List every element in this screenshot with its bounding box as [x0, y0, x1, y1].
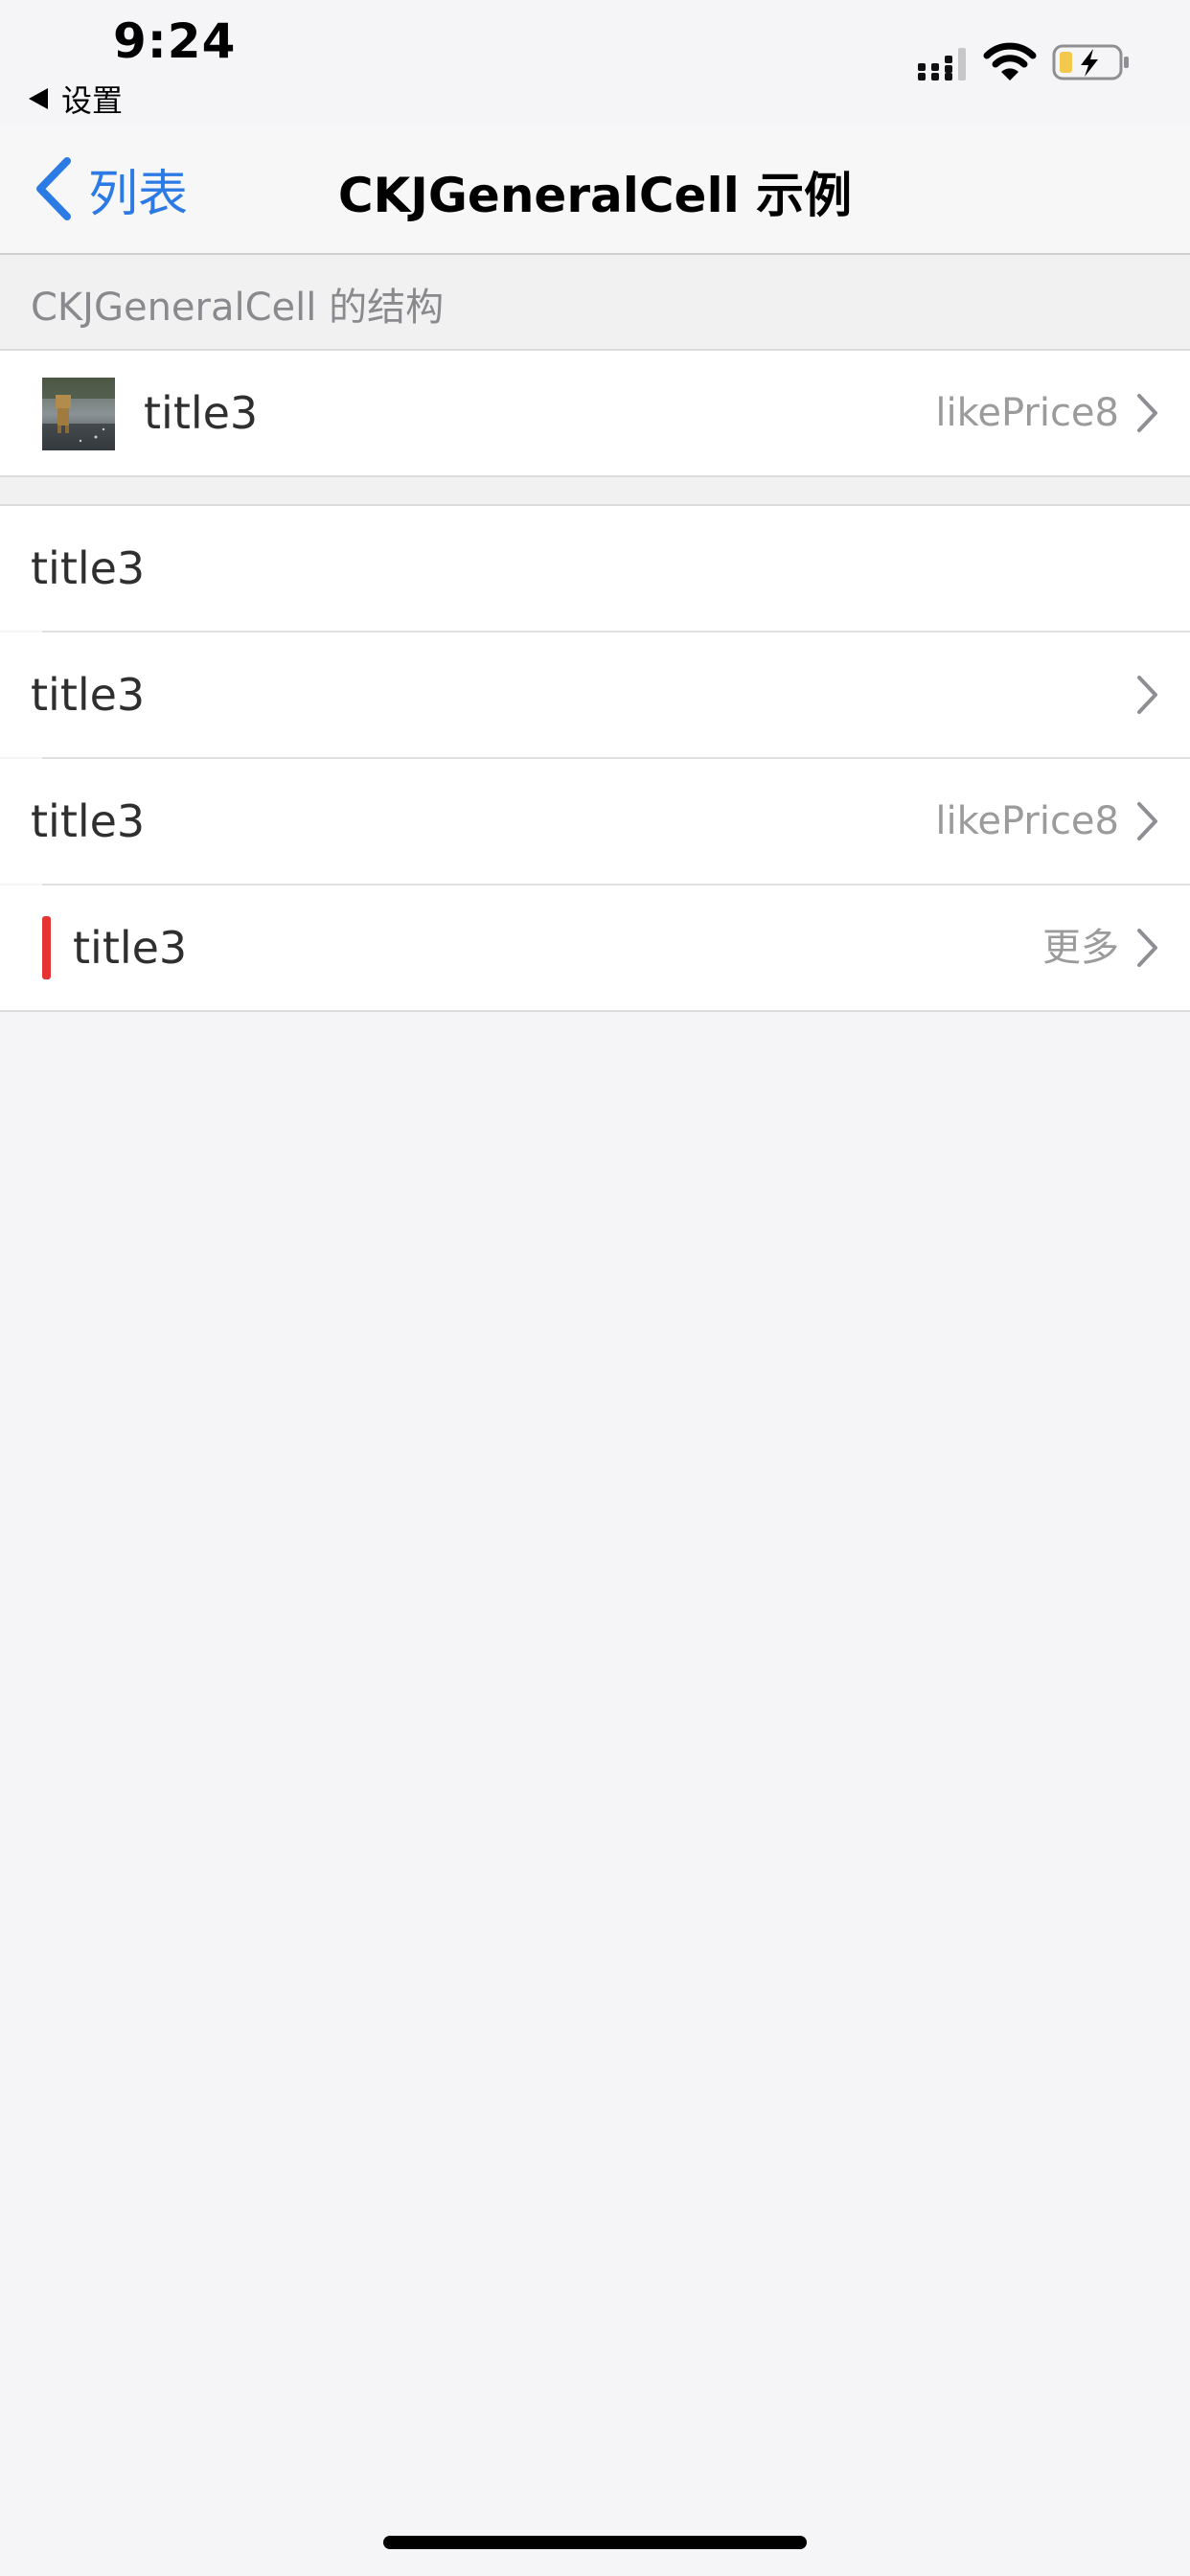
list-item[interactable]: title3	[0, 632, 1190, 757]
chevron-right-icon	[1137, 802, 1157, 840]
cell-title: title3	[31, 542, 146, 594]
signal-icon	[918, 48, 966, 80]
more-label: 更多	[1042, 926, 1119, 970]
chevron-right-icon	[1137, 929, 1157, 967]
list-item[interactable]: title3	[0, 506, 1190, 631]
chevron-right-icon	[1137, 676, 1157, 714]
battery-charging-icon	[1052, 44, 1129, 80]
return-app-label: 设置	[61, 82, 124, 119]
home-indicator[interactable]	[383, 2536, 807, 2549]
cell-title: title3	[144, 387, 259, 439]
status-bar: 9:24 设置	[0, 0, 1190, 126]
section-gap	[0, 477, 1190, 504]
list-item-image-cell[interactable]: title3 likePrice8	[0, 351, 1190, 475]
cell-title: title3	[31, 795, 146, 847]
divider	[0, 1010, 1190, 1012]
chevron-right-icon	[1137, 394, 1157, 432]
red-marker-bar	[42, 916, 51, 979]
section-header-label: CKJGeneralCell 的结构	[31, 286, 445, 330]
return-to-app-button[interactable]: 设置	[29, 77, 123, 121]
section-header: CKJGeneralCell 的结构	[0, 255, 1190, 349]
back-triangle-icon	[29, 88, 48, 109]
navigation-bar: 列表 CKJGeneralCell 示例	[0, 126, 1190, 255]
cell-title: title3	[31, 669, 146, 721]
cell-title: title3	[73, 922, 188, 974]
cell-detail: likePrice8	[935, 391, 1119, 435]
thumbnail-image	[42, 378, 115, 450]
page-title: CKJGeneralCell 示例	[337, 168, 853, 223]
wifi-icon	[983, 42, 1037, 80]
list-item-more[interactable]: title3 更多	[0, 886, 1190, 1010]
status-time: 9:24	[113, 13, 237, 69]
list-item[interactable]: title3 likePrice8	[0, 759, 1190, 884]
cell-detail: likePrice8	[935, 799, 1119, 843]
